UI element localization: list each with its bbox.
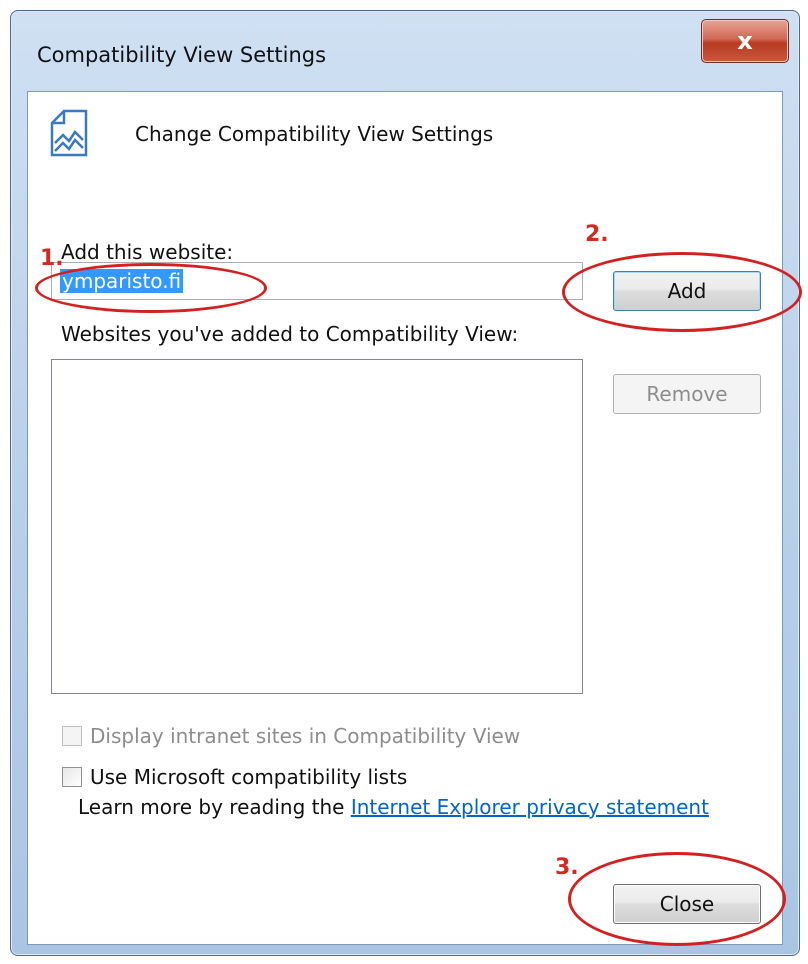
intranet-checkbox-label: Display intranet sites in Compatibility …	[90, 724, 521, 748]
websites-list[interactable]	[51, 359, 583, 694]
intranet-checkbox[interactable]	[62, 726, 82, 746]
add-website-label: Add this website:	[61, 240, 234, 264]
remove-button[interactable]: Remove	[613, 374, 761, 414]
annotation-step-1: 1.	[40, 246, 64, 271]
dialog-header-text: Change Compatibility View Settings	[135, 122, 494, 146]
intranet-option: Display intranet sites in Compatibility …	[62, 724, 520, 748]
privacy-statement-link[interactable]: Internet Explorer privacy statement	[351, 795, 709, 819]
close-icon: x	[737, 27, 753, 55]
websites-list-label: Websites you've added to Compatibility V…	[61, 322, 519, 346]
window-close-button[interactable]: x	[701, 19, 789, 63]
learn-more-prefix: Learn more by reading the	[78, 795, 351, 819]
annotation-ellipse-2	[562, 252, 802, 332]
annotation-ellipse-1	[35, 263, 267, 313]
ms-lists-option: Use Microsoft compatibility lists	[62, 765, 407, 789]
learn-more-text: Learn more by reading the Internet Explo…	[78, 795, 709, 819]
window-title: Compatibility View Settings	[37, 43, 327, 67]
annotation-step-3: 3.	[555, 855, 579, 880]
ms-lists-checkbox[interactable]	[62, 767, 82, 787]
compat-view-icon	[50, 109, 88, 157]
annotation-step-2: 2.	[585, 222, 609, 247]
ms-lists-checkbox-label: Use Microsoft compatibility lists	[90, 765, 408, 789]
title-bar[interactable]: Compatibility View Settings x	[11, 11, 799, 91]
annotation-ellipse-3	[568, 852, 786, 946]
